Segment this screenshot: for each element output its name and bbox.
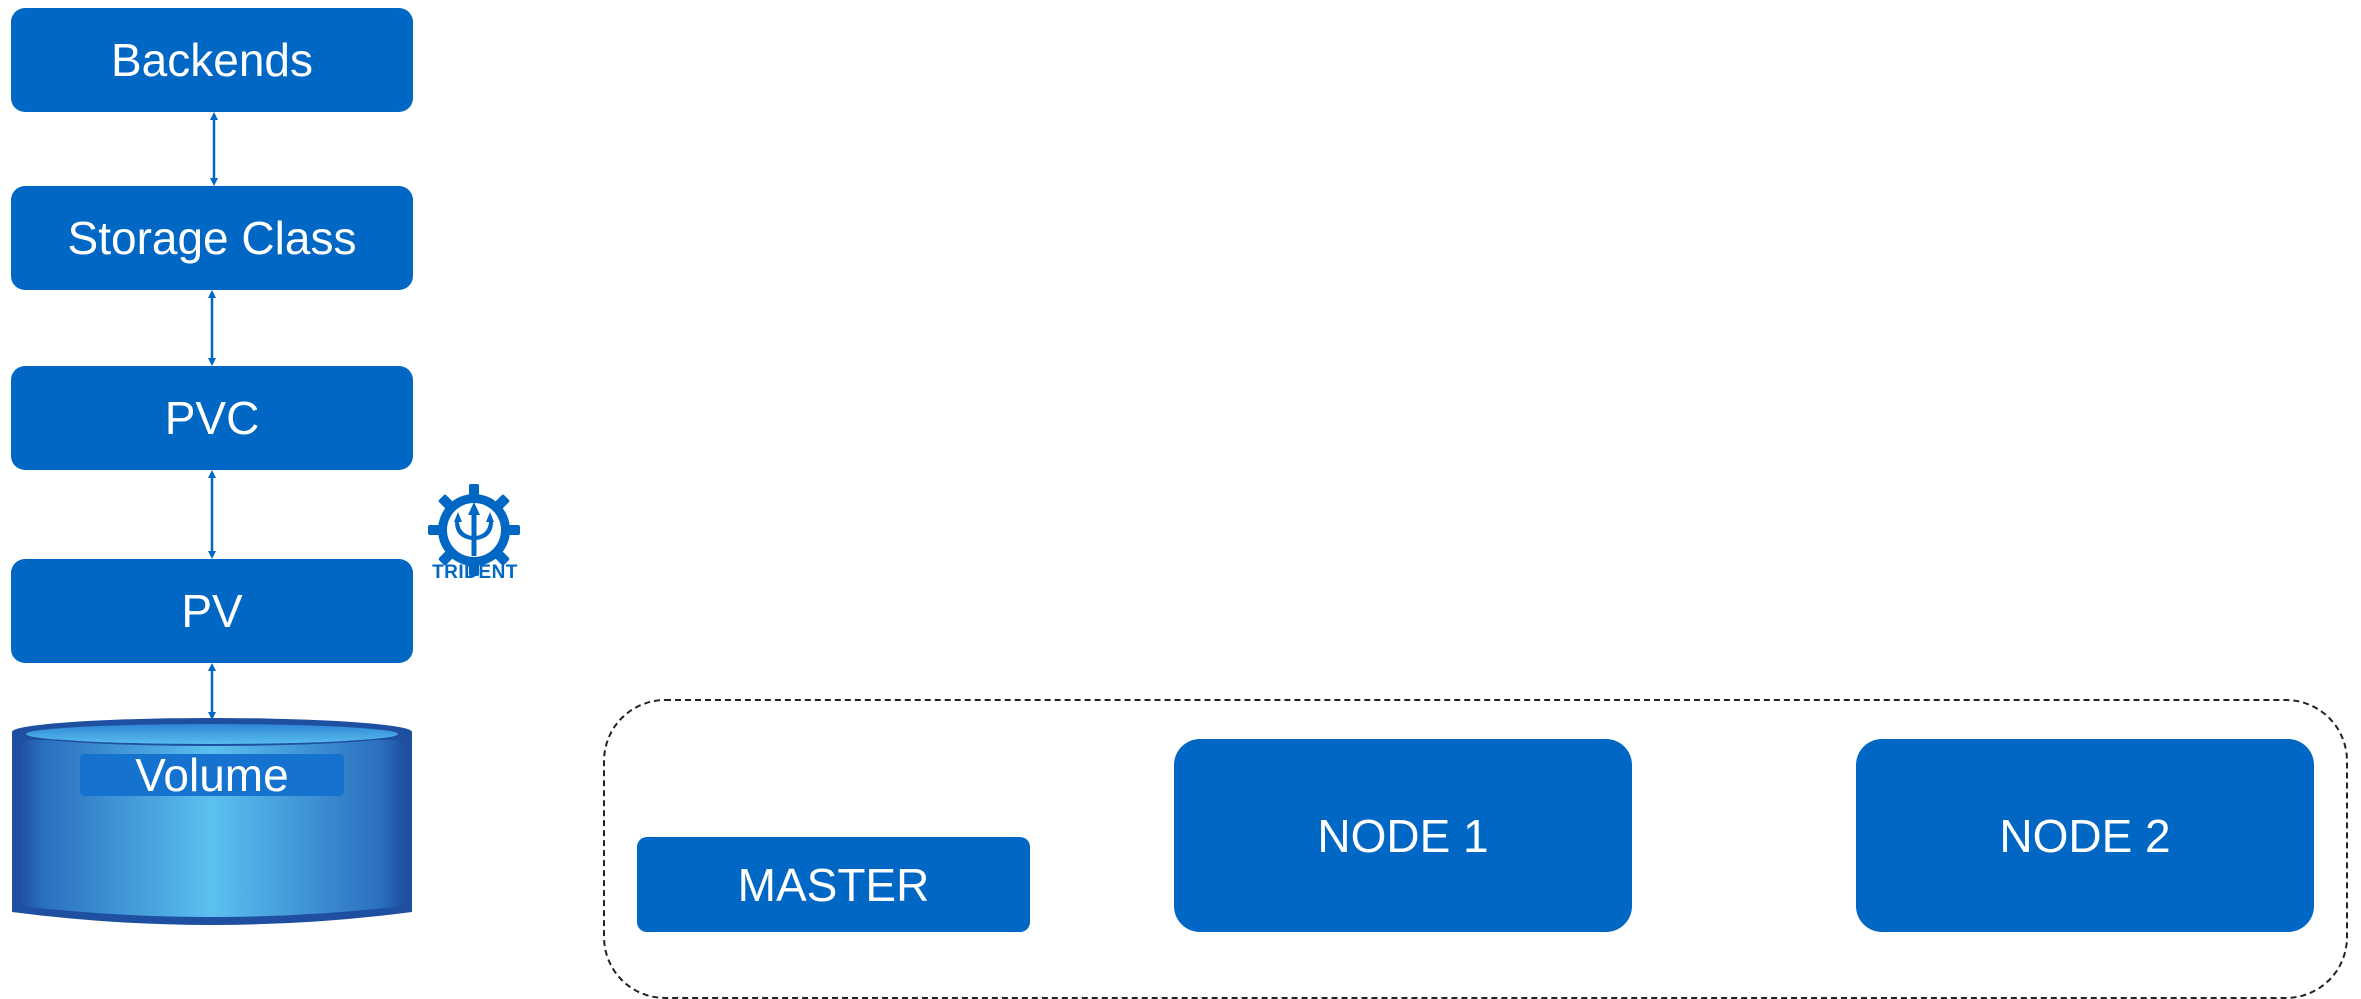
storage-class-box: Storage Class bbox=[11, 186, 413, 290]
volume-label: Volume bbox=[80, 752, 344, 798]
pv-label: PV bbox=[181, 585, 243, 637]
node-1-box: NODE 1 bbox=[1174, 739, 1632, 932]
backends-box: Backends bbox=[11, 8, 413, 112]
node-2-label: NODE 2 bbox=[1999, 809, 2171, 862]
backends-label: Backends bbox=[110, 34, 313, 86]
storage-class-label: Storage Class bbox=[67, 212, 357, 264]
trident-logo-text: TRIDENT bbox=[432, 562, 518, 583]
node-1-label: NODE 1 bbox=[1317, 809, 1489, 862]
node-2-box: NODE 2 bbox=[1856, 739, 2314, 932]
pvc-label: PVC bbox=[164, 392, 260, 444]
master-label: MASTER bbox=[737, 858, 930, 911]
pv-box: PV bbox=[11, 559, 413, 663]
master-node-box: MASTER bbox=[637, 837, 1030, 932]
pvc-box: PVC bbox=[11, 366, 413, 470]
